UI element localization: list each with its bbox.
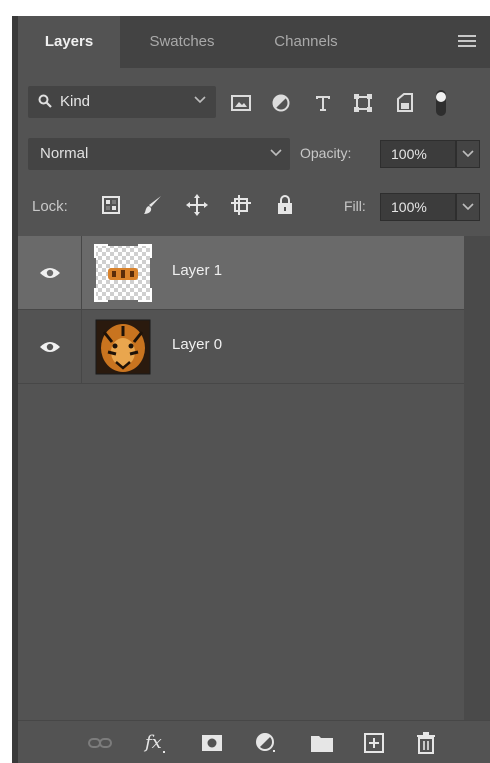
image-filter-icon[interactable]: [228, 90, 254, 116]
opacity-dropdown[interactable]: [456, 140, 480, 168]
layer-name: Layer 0: [172, 336, 223, 353]
fx-icon[interactable]: fx: [142, 729, 170, 757]
layer-row-layer-0[interactable]: Layer 0: [18, 310, 464, 384]
opacity-label: Opacity:: [300, 145, 352, 161]
type-filter-icon[interactable]: [310, 90, 336, 116]
lock-transparent-pixels-icon[interactable]: [98, 192, 124, 218]
panel-menu-icon[interactable]: [458, 35, 476, 49]
blend-mode-select[interactable]: Normal: [28, 138, 290, 170]
fill-label: Fill:: [344, 198, 366, 214]
eye-icon: [39, 342, 60, 352]
filter-toggle-icon[interactable]: [428, 90, 454, 116]
new-layer-icon[interactable]: [360, 729, 388, 757]
blend-mode-value: Normal: [40, 145, 89, 162]
chevron-down-icon: [462, 150, 474, 158]
tab-swatches[interactable]: Swatches: [120, 16, 244, 68]
visibility-toggle[interactable]: [18, 310, 82, 384]
adjustment-filter-icon[interactable]: [268, 90, 294, 116]
filter-kind-label: Kind: [60, 93, 91, 110]
lock-image-pixels-icon[interactable]: [140, 192, 166, 218]
layer-filter-row: Kind: [18, 82, 490, 122]
tab-layers[interactable]: Layers: [18, 16, 120, 68]
svg-text:fx: fx: [143, 732, 162, 753]
search-icon: [38, 94, 52, 108]
layers-scrollbar[interactable]: [464, 236, 490, 720]
lock-label: Lock:: [32, 198, 68, 215]
chevron-down-icon: [462, 203, 474, 211]
panel-tab-bar: Layers Swatches Channels: [18, 16, 490, 68]
chevron-down-icon: [194, 96, 206, 104]
filter-kind-select[interactable]: Kind: [28, 86, 216, 118]
lock-row: Lock: Fill: 100%: [18, 188, 490, 224]
layer-thumbnail: [95, 319, 151, 375]
lock-position-icon[interactable]: [184, 192, 210, 218]
layers-panel: Layers Swatches Channels Kind Normal Opa…: [18, 16, 490, 763]
add-mask-icon[interactable]: [198, 729, 226, 757]
eye-icon: [39, 268, 60, 278]
delete-layer-icon[interactable]: [412, 729, 440, 757]
new-group-icon[interactable]: [308, 729, 336, 757]
chevron-down-icon: [270, 149, 282, 157]
visibility-toggle[interactable]: [18, 236, 82, 310]
lock-all-icon[interactable]: [272, 192, 298, 218]
lock-artboard-icon[interactable]: [228, 192, 254, 218]
link-layers-icon[interactable]: [86, 729, 114, 757]
fill-dropdown[interactable]: [456, 193, 480, 221]
adjustment-layer-icon[interactable]: [252, 729, 280, 757]
layers-list: Layer 1 Layer 0: [18, 236, 464, 720]
opacity-input[interactable]: 100%: [380, 140, 456, 168]
tab-channels[interactable]: Channels: [244, 16, 368, 68]
panel-footer: fx: [18, 720, 490, 763]
blend-row: Normal Opacity: 100%: [18, 136, 490, 172]
shape-filter-icon[interactable]: [350, 90, 376, 116]
smart-object-filter-icon[interactable]: [392, 90, 418, 116]
fill-input[interactable]: 100%: [380, 193, 456, 221]
layer-name: Layer 1: [172, 262, 223, 279]
layer-row-layer-1[interactable]: Layer 1: [18, 236, 464, 310]
layer-thumbnail: [94, 244, 152, 302]
